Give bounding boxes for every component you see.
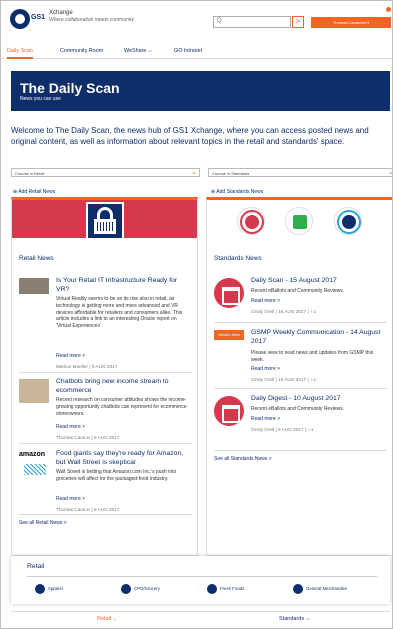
page-title: The Daily Scan (20, 80, 120, 96)
notification-icon[interactable] (386, 7, 391, 12)
see-all-retail-link[interactable]: See all Retail News > (19, 520, 67, 526)
amazon-logo: amazon (19, 451, 49, 481)
chevron-down-icon: ⌄ (191, 169, 197, 176)
divider (214, 450, 387, 451)
article-title[interactable]: GSMP Weekly Communication - 14 August 20… (251, 328, 386, 346)
see-all-standards-link[interactable]: See all Standards News > (214, 456, 272, 462)
search-icon: Q (217, 18, 222, 24)
article-title[interactable]: Food giants say they're ready for Amazon… (56, 449, 191, 467)
whats-new-thumbnail: What's New (214, 330, 244, 340)
network-icon (285, 207, 313, 235)
search-button[interactable]: > (292, 16, 304, 28)
read-more-link[interactable]: Read more > (56, 496, 85, 502)
retail-filter-select[interactable]: Choose in Retail ⌄ (11, 168, 200, 177)
read-more-link[interactable]: Read more > (56, 424, 85, 430)
page-subtitle: News you can use (20, 96, 61, 102)
nav-daily-scan[interactable]: Daily Scan (7, 48, 33, 59)
article-meta: Markus Mueller | 9 AUG 2017 (56, 364, 118, 369)
article-meta: Cindy Grell | 9 AUG 2017 | ♁1 (251, 427, 314, 432)
article-summary: Wall Street is betting that Amazon.com I… (56, 469, 177, 482)
nav-weshare[interactable]: WeShare ⌵ (124, 48, 152, 55)
main-nav: Daily Scan Community Room WeShare ⌵ GO I… (2, 45, 392, 59)
add-standards-news-link[interactable]: ⊕ Add Standards News (211, 189, 263, 195)
amazon-logo-text: amazon (19, 451, 46, 458)
page-banner: The Daily Scan News you can use (11, 71, 390, 111)
standards-filter-value: Choose in Standards (212, 171, 250, 176)
article-title[interactable]: Daily Scan - 15 August 2017 (251, 276, 386, 285)
fresh-foods-icon (207, 584, 217, 594)
article-thumbnail (19, 379, 49, 403)
article-meta: Thomas Caracci | 9 AUG 2017 (56, 435, 120, 440)
read-more-link[interactable]: Read more > (251, 298, 280, 304)
calendar-icon (214, 278, 244, 308)
read-more-link[interactable]: Read more > (251, 366, 280, 372)
nav-community-room[interactable]: Community Room (60, 48, 103, 54)
brand-name: Xchange (49, 10, 73, 16)
bottom-tabs: Retail ⌵ Standards ⌵ (11, 611, 390, 626)
grocery-icon (121, 584, 131, 594)
article-meta: Cindy Grell | 16 AUG 2017 | ♁1 (251, 309, 317, 314)
tab-standards[interactable]: Standards ⌵ (279, 616, 310, 623)
article-summary: Please view to read news and updates fro… (251, 350, 374, 363)
category-bar-title: Retail (27, 563, 45, 570)
category-label: CPG/Grocery (134, 586, 160, 591)
retail-category-bar: Retail Apparel CPG/Grocery Fresh Foods G… (11, 556, 390, 604)
article-title[interactable]: Is Your Retail IT Infrastructure Ready f… (56, 276, 191, 294)
retail-filter-value: Choose in Retail (15, 171, 45, 176)
divider (19, 514, 192, 515)
add-retail-news-link[interactable]: ⊕ Add Retail News (13, 189, 55, 195)
cart-icon (24, 464, 46, 475)
retail-news-panel: Retail News Is Your Retail IT Infrastruc… (11, 197, 198, 556)
gs1-logo[interactable] (10, 9, 30, 29)
article-summary: Recent research on consumer attitudes sh… (56, 397, 187, 417)
standards-filter-select[interactable]: Choose in Standards ⌄ (208, 168, 392, 177)
read-more-link[interactable]: Read more > (56, 353, 85, 359)
tab-retail[interactable]: Retail ⌵ (97, 616, 117, 623)
article-summary: Recent eBallots and Community Reviews. (251, 288, 345, 294)
search-input[interactable]: Q (213, 16, 291, 28)
article-meta: Thomas Caracci | 8 AUG 2017 (56, 507, 120, 512)
article-summary: Virtual Reality seems to be on its rise … (56, 296, 183, 330)
article-title[interactable]: Daily Digest - 10 August 2017 (251, 394, 386, 403)
eye-icon (334, 207, 362, 235)
tagline: Where collaboration meets community (49, 17, 135, 23)
standards-news-panel: Standards News Daily Scan - 15 August 20… (206, 197, 392, 556)
logo-text: GS1 (31, 14, 46, 21)
category-label: Fresh Foods (220, 586, 245, 591)
chevron-down-icon: ⌄ (388, 169, 392, 177)
article-summary: Recent eBallots and Community Reviews. (251, 406, 345, 412)
retail-hero (12, 200, 197, 240)
standards-news-title: Standards News (214, 255, 262, 262)
read-more-link[interactable]: Read more > (251, 416, 280, 422)
divider (19, 372, 192, 373)
apparel-icon (35, 584, 45, 594)
divider (27, 576, 377, 577)
retail-lock-icon (86, 202, 124, 240)
divider (214, 388, 387, 389)
retail-news-title: Retail News (19, 255, 54, 262)
merchandise-icon (293, 584, 303, 594)
header: GS1 Xchange Where collaboration meets co… (2, 2, 392, 36)
category-label: General Merchandise (306, 586, 348, 591)
article-meta: Cindy Grell | 15 AUG 2017 | ♁1 (251, 377, 317, 382)
divider (214, 322, 387, 323)
page-frame: GS1 Xchange Where collaboration meets co… (0, 0, 393, 629)
category-label: Apparel (48, 586, 63, 591)
welcome-text: Welcome to The Daily Scan, the news hub … (11, 126, 369, 146)
article-title[interactable]: Chatbots bring new income stream to ecom… (56, 377, 191, 395)
article-thumbnail (19, 278, 49, 294)
user-menu-button[interactable]: Thomas Caraccioli ▾ (311, 17, 391, 28)
nav-go-intranet[interactable]: GO Intranet (174, 48, 202, 54)
signal-icon (237, 207, 265, 235)
calendar-icon (214, 396, 244, 426)
divider (19, 443, 192, 444)
